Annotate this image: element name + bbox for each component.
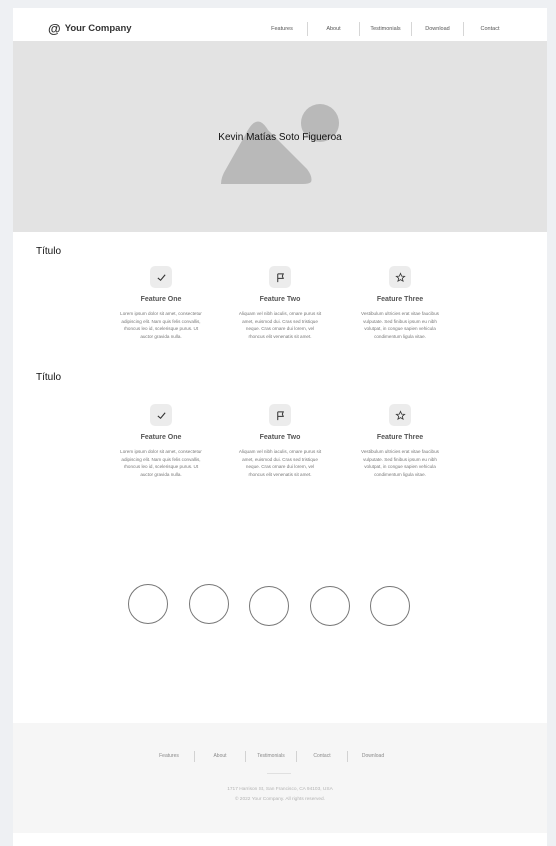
section-title: Título bbox=[36, 372, 62, 383]
avatar-placeholder[interactable] bbox=[370, 586, 410, 626]
feature-title: Feature Two bbox=[259, 296, 301, 303]
nav-link-download[interactable]: Download bbox=[412, 22, 464, 36]
feature-description: Vestibulum ultricies erat vitae faucibus… bbox=[361, 449, 439, 477]
feature-title: Feature Three bbox=[376, 434, 424, 441]
feature-description: Vestibulum ultricies erat vitae faucibus… bbox=[361, 311, 439, 339]
flag-icon bbox=[269, 266, 291, 288]
feature-card: Feature One Lorem ipsum dolor sit amet, … bbox=[119, 404, 203, 478]
feature-title: Feature One bbox=[140, 434, 182, 441]
check-icon bbox=[150, 404, 172, 426]
feature-title: Feature One bbox=[140, 296, 182, 303]
star-icon bbox=[389, 404, 411, 426]
footer-link-about[interactable]: About bbox=[195, 751, 246, 762]
footer-link-download[interactable]: Download bbox=[348, 751, 398, 762]
flag-icon bbox=[269, 404, 291, 426]
feature-description: Aliquam vel nibh iaculis, ornare purus s… bbox=[238, 449, 322, 477]
footer-copyright: © 2022 Your Company. All rights reserved… bbox=[234, 797, 326, 802]
star-icon bbox=[389, 266, 411, 288]
footer-nav: Features About Testimonials Contact Down… bbox=[144, 751, 398, 762]
hero-banner: Kevin Matías Soto Figueroa bbox=[13, 41, 547, 232]
feature-title: Feature Two bbox=[259, 434, 301, 441]
feature-title: Feature Three bbox=[376, 296, 424, 303]
footer-divider bbox=[267, 773, 291, 774]
hero-title: Kevin Matías Soto Figueroa bbox=[218, 132, 342, 143]
feature-description: Aliquam vel nibh iaculis, ornare purus s… bbox=[238, 311, 322, 339]
footer-link-contact[interactable]: Contact bbox=[297, 751, 348, 762]
footer: Features About Testimonials Contact Down… bbox=[13, 723, 547, 833]
feature-description: Lorem ipsum dolor sit amet, consectetur … bbox=[120, 311, 202, 339]
section-title: Título bbox=[36, 246, 62, 257]
nav-link-contact[interactable]: Contact bbox=[464, 22, 516, 36]
top-navbar: @ Your Company Features About Testimonia… bbox=[13, 8, 547, 41]
avatar-placeholder[interactable] bbox=[249, 586, 289, 626]
feature-card: Feature Three Vestibulum ultricies erat … bbox=[358, 404, 442, 478]
brand-logo[interactable]: @ Your Company bbox=[48, 22, 132, 35]
main-nav: Features About Testimonials Download Con… bbox=[257, 22, 516, 36]
avatar-placeholder[interactable] bbox=[310, 586, 350, 626]
avatar-placeholder[interactable] bbox=[128, 584, 168, 624]
footer-link-testimonials[interactable]: Testimonials bbox=[246, 751, 297, 762]
feature-card: Feature One Lorem ipsum dolor sit amet, … bbox=[119, 266, 203, 340]
feature-card: Feature Two Aliquam vel nibh iaculis, or… bbox=[238, 404, 322, 478]
feature-description: Lorem ipsum dolor sit amet, consectetur … bbox=[120, 449, 202, 477]
nav-link-testimonials[interactable]: Testimonials bbox=[360, 22, 412, 36]
brand-name: Your Company bbox=[64, 23, 132, 34]
footer-address: 1717 Harrison St, San Francisco, CA 9410… bbox=[227, 787, 333, 792]
nav-link-features[interactable]: Features bbox=[257, 22, 308, 36]
check-icon bbox=[150, 266, 172, 288]
at-sign-icon: @ bbox=[48, 21, 61, 36]
avatar-placeholder[interactable] bbox=[189, 584, 229, 624]
feature-card: Feature Three Vestibulum ultricies erat … bbox=[358, 266, 442, 340]
footer-link-features[interactable]: Features bbox=[144, 751, 195, 762]
feature-card: Feature Two Aliquam vel nibh iaculis, or… bbox=[238, 266, 322, 340]
page: @ Your Company Features About Testimonia… bbox=[13, 8, 547, 846]
nav-link-about[interactable]: About bbox=[308, 22, 360, 36]
